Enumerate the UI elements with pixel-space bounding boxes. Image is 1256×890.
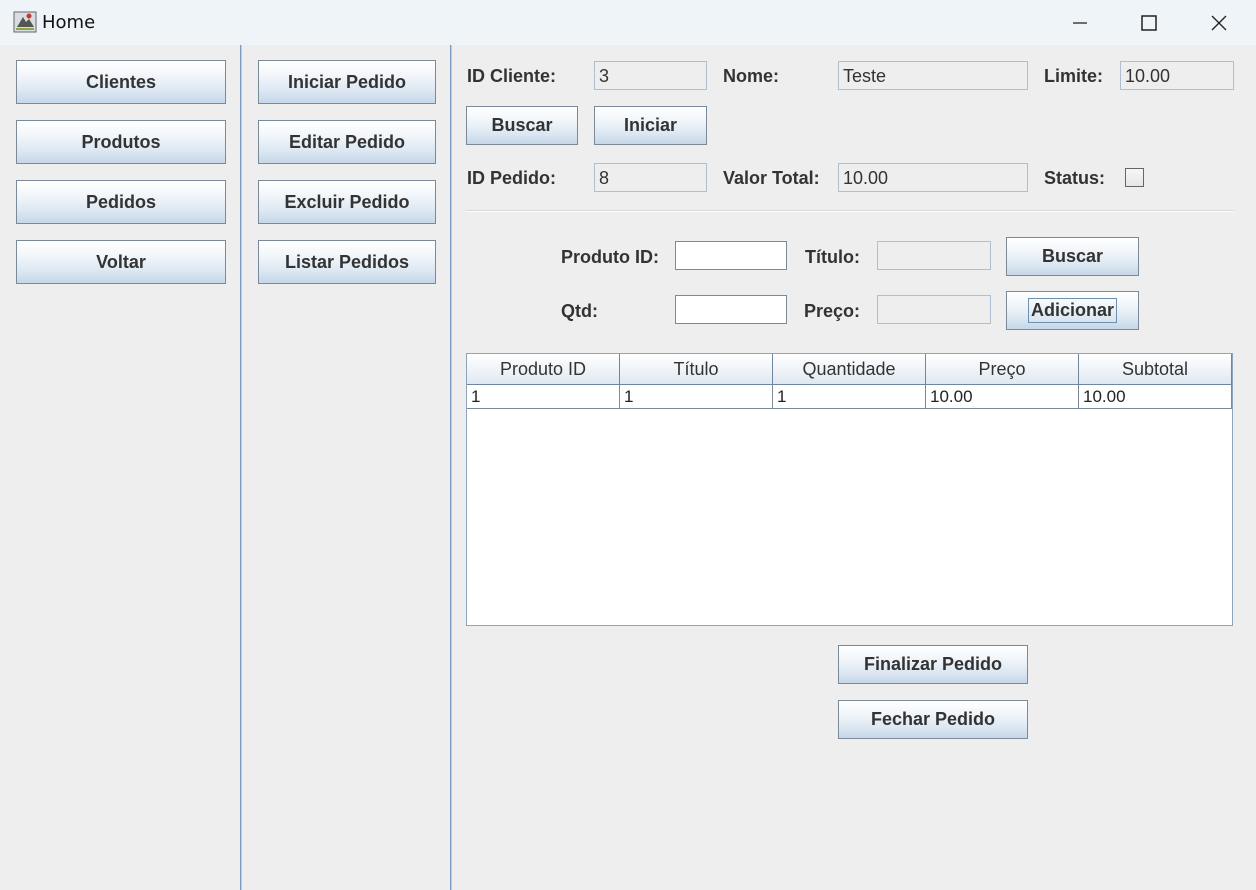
minimize-icon — [1073, 21, 1087, 24]
listar-pedidos-button[interactable]: Listar Pedidos — [258, 240, 436, 284]
id-cliente-label: ID Cliente: — [467, 66, 557, 86]
column-header-quantidade[interactable]: Quantidade — [773, 354, 926, 385]
window-titlebar[interactable]: Home — [0, 0, 1256, 45]
finalizar-pedido-button[interactable]: Finalizar Pedido — [838, 645, 1028, 684]
clientes-button[interactable]: Clientes — [16, 60, 226, 104]
column-header-preco[interactable]: Preço — [926, 354, 1079, 385]
status-label: Status: — [1044, 168, 1106, 188]
table-cell[interactable]: 1 — [620, 385, 773, 409]
buscar-produto-button[interactable]: Buscar — [1006, 237, 1139, 276]
nome-label: Nome: — [723, 66, 780, 86]
titulo-field[interactable] — [877, 241, 991, 270]
limite-label: Limite: — [1044, 66, 1104, 86]
pedidos-button[interactable]: Pedidos — [16, 180, 226, 224]
fechar-pedido-button[interactable]: Fechar Pedido — [838, 700, 1028, 739]
id-cliente-field[interactable]: 3 — [594, 61, 707, 90]
table-cell[interactable]: 1 — [467, 385, 620, 409]
window-title: Home — [42, 12, 96, 33]
status-checkbox[interactable] — [1125, 168, 1144, 187]
table-cell[interactable]: 10.00 — [1079, 385, 1232, 409]
adicionar-label: Adicionar — [1027, 298, 1117, 323]
iniciar-pedido-button[interactable]: Iniciar Pedido — [258, 60, 436, 104]
nome-field[interactable]: Teste — [838, 61, 1028, 90]
section-separator — [466, 210, 1234, 212]
java-app-icon — [13, 11, 37, 33]
close-button[interactable] — [1184, 0, 1254, 45]
produto-id-label: Produto ID: — [561, 247, 659, 267]
table-header: Produto ID Título Quantidade Preço Subto… — [467, 354, 1232, 385]
id-pedido-field[interactable]: 8 — [594, 163, 707, 192]
panel-divider-right[interactable] — [450, 45, 452, 890]
panel-divider-left[interactable] — [240, 45, 242, 890]
adicionar-button[interactable]: Adicionar — [1006, 291, 1139, 330]
buscar-cliente-button[interactable]: Buscar — [466, 106, 578, 145]
close-icon — [1211, 15, 1227, 30]
produto-id-input[interactable] — [675, 241, 787, 270]
limite-field[interactable]: 10.00 — [1120, 61, 1234, 90]
minimize-button[interactable] — [1045, 0, 1115, 45]
valor-total-field[interactable]: 10.00 — [838, 163, 1028, 192]
excluir-pedido-button[interactable]: Excluir Pedido — [258, 180, 436, 224]
itens-table[interactable]: Produto ID Título Quantidade Preço Subto… — [466, 353, 1233, 626]
maximize-button[interactable] — [1114, 0, 1184, 45]
preco-field[interactable] — [877, 295, 991, 324]
column-header-titulo[interactable]: Título — [620, 354, 773, 385]
column-header-produto-id[interactable]: Produto ID — [467, 354, 620, 385]
preco-label: Preço: — [804, 301, 861, 321]
id-pedido-label: ID Pedido: — [467, 168, 556, 188]
column-header-subtotal[interactable]: Subtotal — [1079, 354, 1232, 385]
titulo-label: Título: — [805, 247, 860, 267]
valor-total-label: Valor Total: — [723, 168, 820, 188]
table-cell[interactable]: 10.00 — [926, 385, 1079, 409]
table-cell[interactable]: 1 — [773, 385, 926, 409]
table-row[interactable]: 1 1 1 10.00 10.00 — [467, 385, 1232, 409]
qtd-input[interactable] — [675, 295, 787, 324]
maximize-icon — [1141, 14, 1157, 31]
qtd-label: Qtd: — [561, 301, 598, 321]
iniciar-button[interactable]: Iniciar — [594, 106, 707, 145]
editar-pedido-button[interactable]: Editar Pedido — [258, 120, 436, 164]
voltar-button[interactable]: Voltar — [16, 240, 226, 284]
produtos-button[interactable]: Produtos — [16, 120, 226, 164]
